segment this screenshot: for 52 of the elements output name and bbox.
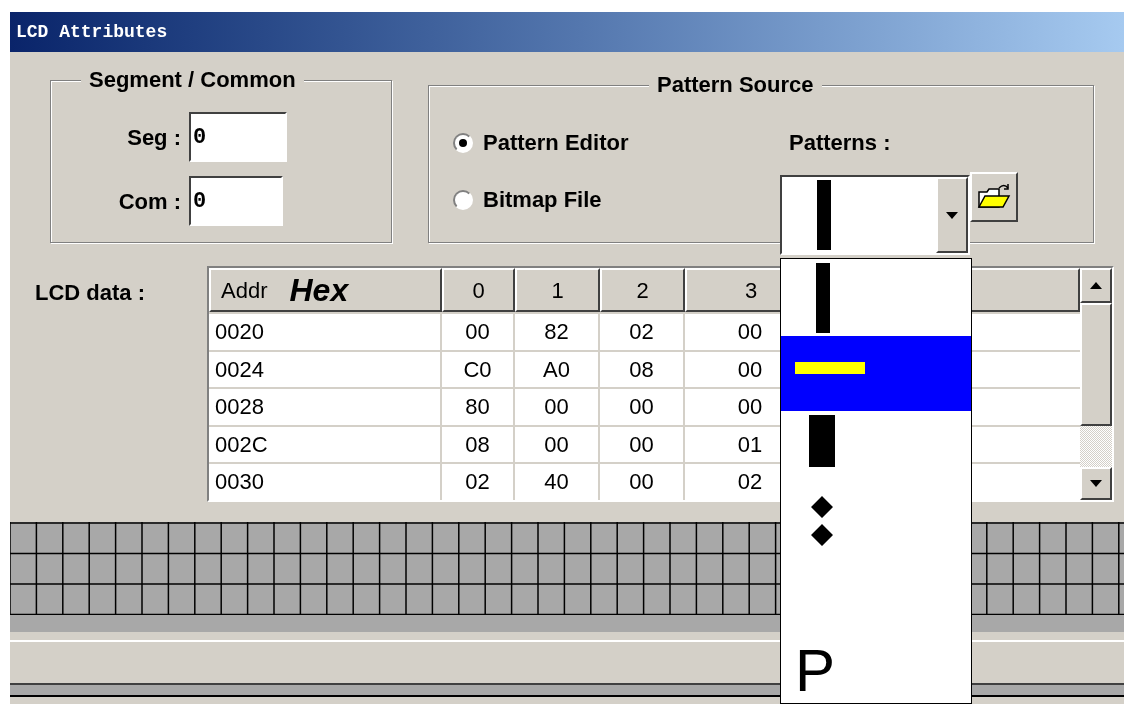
column-header[interactable]: 1 [515, 268, 600, 312]
table-cell: 0020 [209, 314, 442, 350]
field-label: Seg : [126, 123, 182, 152]
scroll-thumb[interactable] [1080, 303, 1112, 426]
field-label: LCD data : [35, 280, 145, 305]
horizontal-bar-icon [795, 361, 865, 374]
open-file-button[interactable] [970, 172, 1018, 222]
table-cell: 40 [515, 464, 600, 500]
list-item[interactable] [781, 336, 971, 411]
radio-option[interactable]: Pattern Editor [453, 126, 629, 159]
pattern-glyph: P [795, 639, 836, 703]
dropdown-button[interactable] [936, 177, 968, 253]
column-header[interactable]: 2 [600, 268, 685, 312]
table-cell: A0 [515, 351, 600, 387]
header-label: Hex [289, 271, 349, 310]
down-arrow-icon [1090, 480, 1102, 487]
table-cell: 0024 [209, 351, 442, 387]
table-cell: 002C [209, 426, 442, 462]
table-cell: C0 [442, 351, 515, 387]
colon-dots-icon [811, 496, 833, 546]
table-cell: 80 [442, 389, 515, 425]
text-field[interactable]: 0 [189, 176, 283, 226]
vertical-bar-icon [817, 180, 831, 250]
table-cell: 02 [600, 314, 685, 350]
field-label: Com : [117, 187, 182, 216]
table-cell: 02 [442, 464, 515, 500]
table-cell: 08 [600, 351, 685, 387]
vertical-scrollbar[interactable] [1080, 268, 1112, 500]
vertical-bar-icon [816, 262, 830, 333]
table-cell: 00 [515, 389, 600, 425]
scroll-up-button[interactable] [1080, 268, 1112, 303]
table-cell: 00 [515, 426, 600, 462]
table-cell: 00 [600, 389, 685, 425]
window-title: LCD Attributes [16, 20, 168, 44]
header-label: Addr [221, 276, 268, 305]
radio-option[interactable]: Bitmap File [453, 183, 629, 216]
table-cell: 00 [442, 314, 515, 350]
table-cell: 0028 [209, 389, 442, 425]
column-header[interactable]: 0 [442, 268, 515, 312]
table-cell: 08 [442, 426, 515, 462]
table-cell: 00 [600, 426, 685, 462]
table-cell: 0030 [209, 464, 442, 500]
caret-icon [946, 211, 958, 219]
scroll-down-button[interactable] [1080, 467, 1112, 500]
up-arrow-icon [1090, 282, 1102, 289]
thick-bar-icon [809, 415, 835, 467]
pattern-combobox[interactable] [780, 175, 970, 255]
field-label: Patterns : [789, 129, 891, 157]
text-field[interactable]: 0 [189, 112, 287, 162]
table-cell: 82 [515, 314, 600, 350]
column-header[interactable]: Addr Hex [209, 268, 442, 312]
table-cell: 00 [600, 464, 685, 500]
